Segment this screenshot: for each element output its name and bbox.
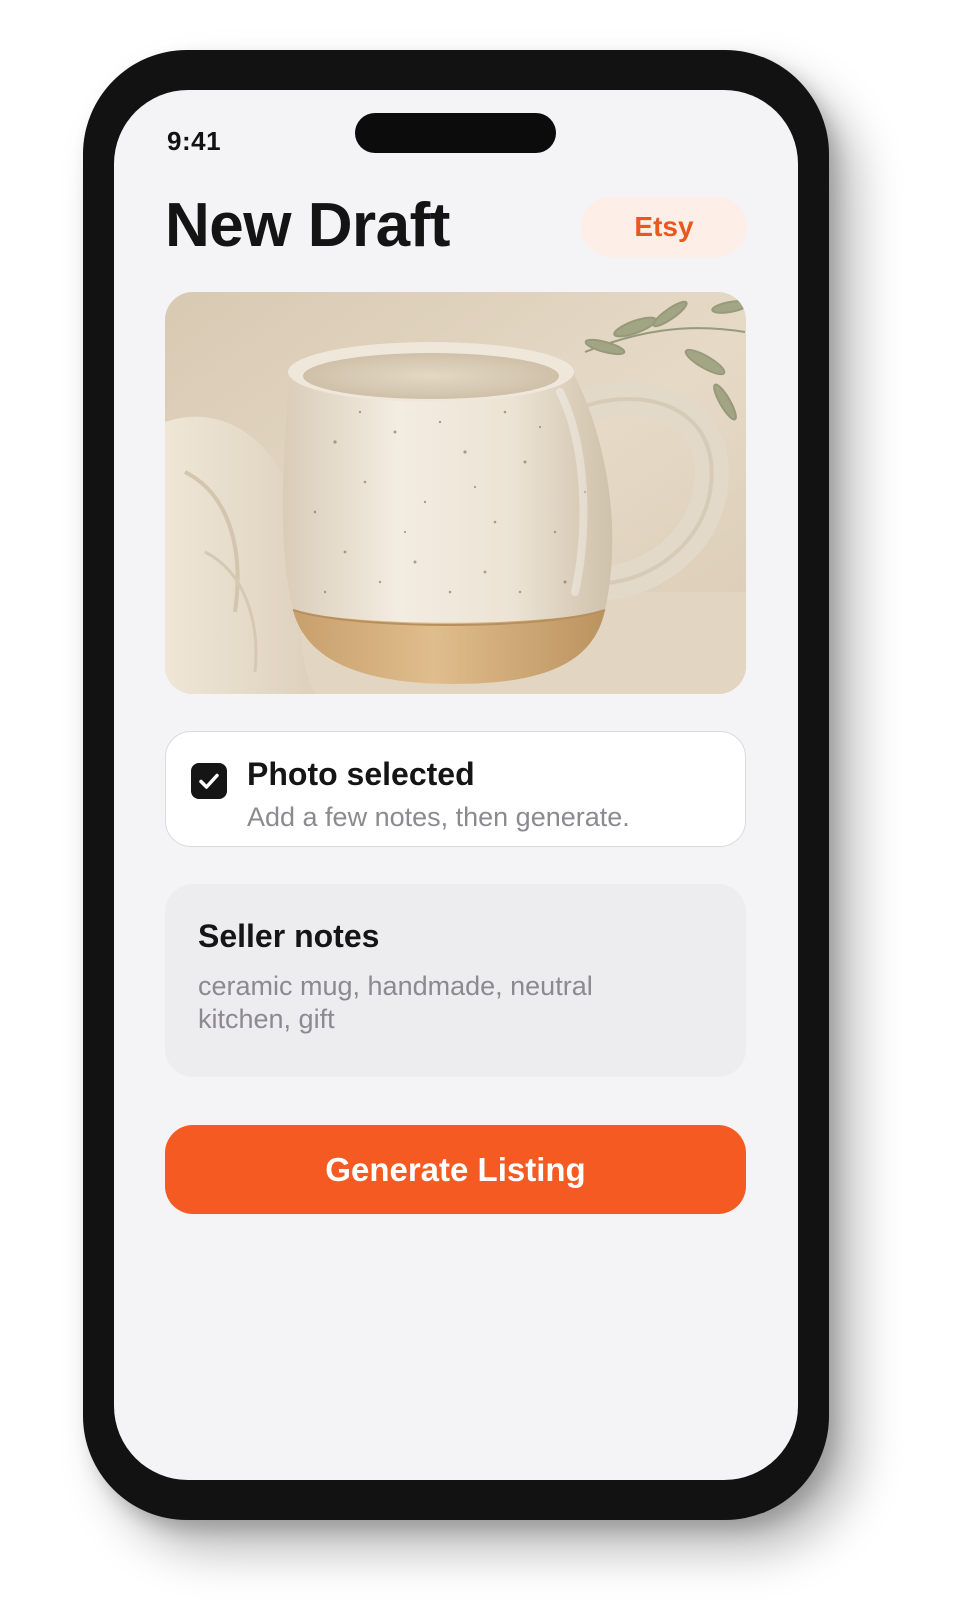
phone-frame: 9:41 New Draft Etsy Photo selected Add a…: [83, 50, 829, 1520]
product-photo[interactable]: [165, 292, 746, 694]
photo-status-title: Photo selected: [247, 756, 475, 792]
page-title: New Draft: [165, 191, 450, 260]
dynamic-island: [355, 113, 556, 153]
generate-listing-button[interactable]: Generate Listing: [165, 1125, 746, 1214]
status-bar-time: 9:41: [167, 126, 222, 156]
photo-status-card: Photo selected Add a few notes, then gen…: [165, 731, 746, 847]
seller-notes-card: Seller notes ceramic mug, handmade, neut…: [165, 884, 746, 1077]
checkmark-icon[interactable]: [191, 763, 227, 799]
seller-notes-input[interactable]: ceramic mug, handmade, neutral kitchen, …: [198, 970, 668, 1040]
photo-status-subtitle: Add a few notes, then generate.: [247, 802, 630, 832]
mug-photo-illustration: [165, 292, 746, 694]
platform-badge[interactable]: Etsy: [581, 197, 747, 257]
app-screen: 9:41 New Draft Etsy Photo selected Add a…: [114, 90, 798, 1480]
seller-notes-label: Seller notes: [198, 918, 380, 954]
